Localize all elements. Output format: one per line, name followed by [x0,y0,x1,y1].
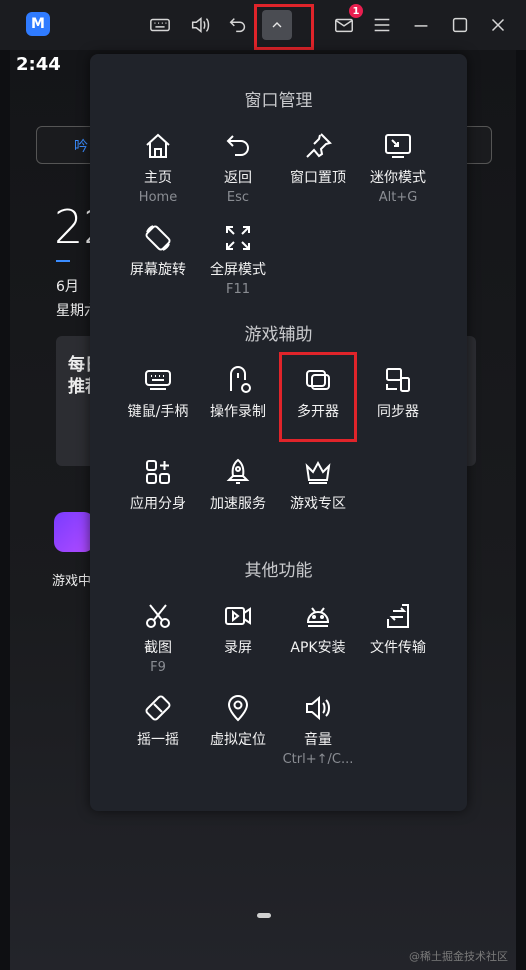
fullscreen-icon [222,222,254,254]
record-macro-icon [222,364,254,396]
synchronizer-button[interactable]: 同步器 [358,364,438,421]
back-button[interactable]: 返回 Esc [198,130,278,205]
watermark: @稀土掘金技术社区 [409,950,508,963]
item-shortcut: Alt+G [378,190,418,205]
app-clone-button[interactable]: 应用分身 [118,456,198,513]
screenshot-button[interactable]: 截图 F9 [118,600,198,675]
item-label: 主页 [144,170,172,186]
item-shortcut: F11 [225,282,251,297]
item-label: 键鼠/手柄 [127,404,189,420]
pin-icon [302,130,334,162]
volume-button[interactable]: 音量 Ctrl+↑/C... [278,692,358,767]
rotate-screen-button[interactable]: 屏幕旋转 [118,222,198,279]
section-title-game: 游戏辅助 [244,325,313,345]
pin-window-button[interactable]: 窗口置顶 [278,130,358,187]
home-button[interactable]: 主页 Home [118,130,198,205]
item-label: 虚拟定位 [210,732,266,748]
gamepad-icon [142,364,174,396]
back-icon [222,130,254,162]
scissors-icon [142,600,174,632]
item-shortcut: Home [138,190,178,205]
item-label: 返回 [224,170,252,186]
record-macro-button[interactable]: 操作录制 [198,364,278,421]
item-label: 同步器 [377,404,419,420]
screen-record-button[interactable]: 录屏 [198,600,278,657]
item-label: 录屏 [224,640,252,656]
toolbox-panel: 窗口管理 主页 Home 返回 Esc 窗口置顶 迷你模式 Alt+G 屏幕旋转… [90,54,467,811]
app-clone-icon [142,456,174,488]
video-icon [222,600,254,632]
search-fragment: 吟 [74,139,88,155]
home-indicator[interactable] [257,913,271,918]
item-label: 窗口置顶 [290,170,346,186]
item-shortcut: F9 [150,660,166,675]
fullscreen-button[interactable]: 全屏模式 F11 [198,222,278,297]
item-shortcut: Ctrl+↑/C... [282,752,354,767]
rocket-icon [222,456,254,488]
item-label: 音量 [304,732,332,748]
mini-mode-button[interactable]: 迷你模式 Alt+G [358,130,438,205]
section-title-window: 窗口管理 [244,91,313,111]
file-transfer-button[interactable]: 文件传输 [358,600,438,657]
item-label: 截图 [144,640,172,656]
close-icon[interactable] [481,8,515,42]
volume-icon[interactable] [183,8,217,42]
item-label: 迷你模式 [370,170,426,186]
notification-badge: 1 [349,4,363,18]
file-transfer-icon [382,600,414,632]
status-clock: 2:44 [16,54,61,75]
location-icon [222,692,254,724]
item-label: 屏幕旋转 [130,262,186,278]
title-bar: M 1 [0,0,526,50]
item-label: 摇一摇 [137,732,179,748]
game-zone-button[interactable]: 游戏专区 [278,456,358,513]
mini-mode-icon [382,130,414,162]
rotate-icon [142,222,174,254]
volume-icon [302,692,334,724]
game-center-app-icon[interactable] [54,512,94,552]
shake-button[interactable]: 摇一摇 [118,692,198,749]
maximize-icon[interactable] [443,8,477,42]
minimize-icon[interactable] [404,8,438,42]
back-icon[interactable] [221,8,255,42]
month-label: 6月 [56,279,79,295]
accelerator-button[interactable]: 加速服务 [198,456,278,513]
item-label: 游戏专区 [290,496,346,512]
home-icon [142,130,174,162]
collapse-icon[interactable] [262,10,292,40]
section-title-other: 其他功能 [244,561,313,581]
shake-icon [142,692,174,724]
item-label: 全屏模式 [210,262,266,278]
apk-install-button[interactable]: APK安装 [278,600,358,657]
date-underline [56,260,70,262]
menu-icon[interactable] [365,8,399,42]
item-label: 应用分身 [130,496,186,512]
app-logo[interactable]: M [26,12,50,36]
item-label: APK安装 [290,640,346,656]
item-label: 操作录制 [210,404,266,420]
android-icon [302,600,334,632]
item-label: 文件传输 [370,640,426,656]
keyboard-icon[interactable] [143,8,177,42]
multi-instance-highlight [279,352,357,442]
keymouse-gamepad-button[interactable]: 键鼠/手柄 [118,364,198,421]
item-label: 加速服务 [210,496,266,512]
sync-icon [382,364,414,396]
item-shortcut: Esc [226,190,250,205]
crown-icon [302,456,334,488]
virtual-location-button[interactable]: 虚拟定位 [198,692,278,749]
